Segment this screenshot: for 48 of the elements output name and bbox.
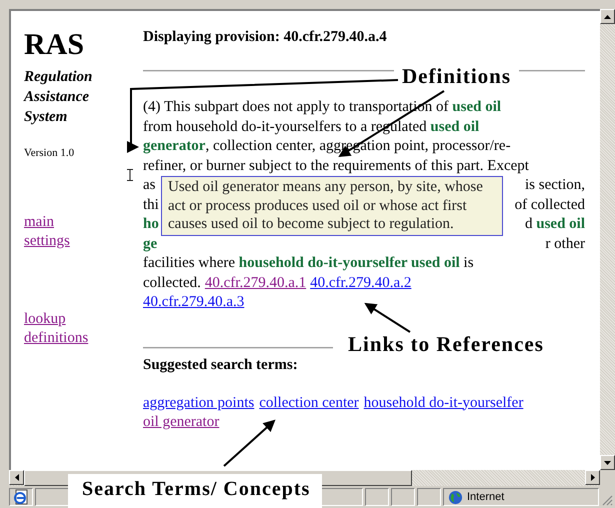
vertical-scrollbar[interactable] bbox=[600, 9, 615, 470]
paragraph-text: d used oil bbox=[524, 215, 585, 234]
definition-tooltip: Used oil generator means any person, by site, whose act or process produces used oil or whose act first causes used oil to become subject to regulation. bbox=[161, 176, 503, 236]
search-term-link[interactable]: aggregation points bbox=[143, 394, 254, 413]
app-subtitle: Regulation Assistance System bbox=[24, 68, 94, 127]
paragraph-text: r other bbox=[545, 234, 585, 254]
suggested-heading: Suggested search terms: bbox=[143, 356, 299, 374]
paragraph-text: collected. bbox=[143, 274, 201, 292]
scroll-right-button[interactable] bbox=[585, 470, 600, 485]
paragraph-text: ge bbox=[143, 234, 158, 254]
paragraph-text: ho bbox=[143, 215, 159, 234]
paragraph-text: refiner, or burner subject to the requirements of this part. Except bbox=[143, 158, 529, 174]
search-term-link[interactable]: household do-it-yourselfer bbox=[364, 394, 524, 413]
sidebar-link[interactable]: definitions bbox=[24, 330, 88, 346]
status-pane bbox=[417, 488, 441, 506]
status-pane bbox=[391, 488, 415, 506]
reference-link[interactable]: 40.cfr.279.40.a.3 bbox=[143, 293, 244, 312]
annotation-label: Search Terms/ Concepts bbox=[68, 474, 322, 508]
paragraph-text: is section, bbox=[525, 176, 585, 195]
search-term-link[interactable]: oil generator bbox=[143, 413, 220, 432]
sidebar-link[interactable]: settings bbox=[24, 233, 70, 249]
caret-left-icon bbox=[14, 474, 18, 481]
paragraph-text: facilities where household do-it-yourselfer used oil is bbox=[143, 255, 474, 271]
sidebar-link[interactable]: main bbox=[24, 214, 54, 230]
resize-grip-icon[interactable] bbox=[601, 494, 613, 506]
zone-label: Internet bbox=[467, 491, 504, 503]
caret-right-icon bbox=[590, 474, 594, 481]
paragraph-text: thi bbox=[143, 196, 159, 214]
paragraph-text: of collected bbox=[514, 196, 585, 214]
caret-down-icon bbox=[604, 460, 611, 464]
provision-heading: Displaying provision: 40.cfr.279.40.a.4 bbox=[143, 29, 388, 46]
sidebar-link[interactable]: lookup bbox=[24, 311, 66, 327]
annotation-arrow bbox=[364, 302, 411, 333]
version-label: Version 1.0 bbox=[24, 147, 74, 159]
scroll-left-button[interactable] bbox=[9, 470, 24, 485]
caret-up-icon bbox=[604, 14, 611, 18]
search-term-link[interactable]: collection center bbox=[259, 394, 359, 413]
text-cursor-icon bbox=[127, 169, 133, 181]
globe-icon bbox=[448, 490, 463, 504]
annotation-arrow bbox=[223, 420, 276, 467]
reference-link[interactable]: 40.cfr.279.40.a.1 bbox=[204, 274, 306, 293]
scroll-down-button[interactable] bbox=[600, 455, 615, 470]
page-icon bbox=[13, 489, 29, 505]
scroll-up-button[interactable] bbox=[600, 9, 615, 24]
reference-link[interactable]: 40.cfr.279.40.a.2 bbox=[310, 274, 412, 293]
logo: RAS bbox=[24, 29, 86, 61]
paragraph-text: as bbox=[143, 176, 156, 195]
status-pane bbox=[365, 488, 389, 506]
